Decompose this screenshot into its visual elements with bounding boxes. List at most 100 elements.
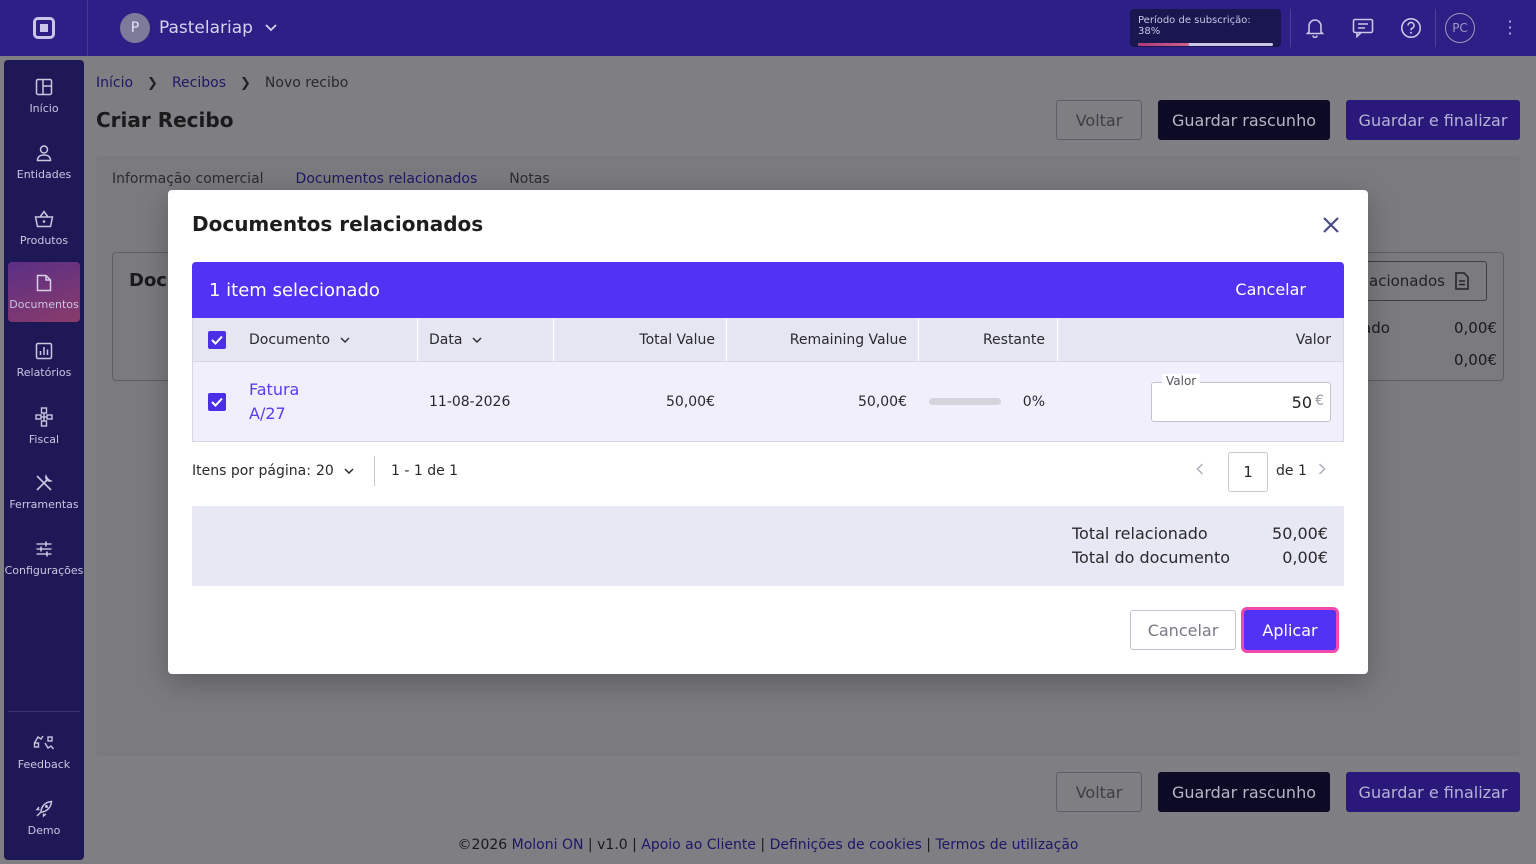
tab-documentos-relacionados[interactable]: Documentos relacionados [296, 171, 478, 187]
chevron-down-icon [265, 21, 277, 35]
breadcrumb-current: Novo recibo [264, 75, 349, 91]
sidebar-item-feedback[interactable]: Feedback [4, 722, 84, 782]
sidebar-item-fiscal[interactable]: Fiscal [4, 396, 84, 456]
sidebar-item-produtos[interactable]: Produtos [4, 198, 84, 258]
footer-terms-link[interactable]: Termos de utilização [935, 837, 1078, 853]
sidebar-item-entidades[interactable]: Entidades [4, 132, 84, 192]
chart-icon [35, 342, 53, 359]
checkbox-checked-icon [208, 330, 226, 349]
close-icon[interactable] [1320, 214, 1342, 236]
currency-suffix: € [1315, 393, 1324, 409]
table-row[interactable]: Fatura A/27 11-08-2026 50,00€ 50,00€ 0% … [193, 361, 1343, 441]
sidebar-item-label: Feedback [17, 757, 71, 771]
footer-support-link[interactable]: Apoio ao Cliente [641, 837, 756, 853]
chevron-down-icon [472, 337, 482, 343]
chevron-right-icon: ❯ [147, 75, 158, 91]
select-all-checkbox[interactable] [208, 318, 226, 361]
breadcrumb-link[interactable]: Início [96, 75, 133, 91]
bell-icon[interactable] [1291, 0, 1339, 56]
selection-cancel-button[interactable]: Cancelar [1235, 280, 1306, 299]
sidebar-item-label: Configurações [4, 563, 84, 577]
footer-version: v1.0 [597, 837, 628, 853]
total-document-label: Total do documento [1072, 548, 1230, 567]
save-finalize-button-bottom[interactable]: Guardar e finalizar [1346, 772, 1520, 812]
sliders-icon [36, 541, 52, 556]
tabs: Informação comercial Documentos relacion… [112, 171, 582, 187]
items-per-page-select[interactable]: 20 [316, 463, 354, 479]
related-documents-button[interactable]: acionados [1358, 261, 1487, 301]
pagination: Itens por página: 20 1 - 1 de 1 1 de 1 [192, 452, 1344, 492]
column-label: Documento [249, 331, 331, 348]
selection-count: 1 item selecionado [209, 279, 380, 301]
column-label: Data [429, 331, 463, 348]
total-document-value: 0,00€ [1282, 548, 1328, 567]
divider [374, 456, 375, 486]
valor-input[interactable]: Valor 50 € [1151, 374, 1331, 422]
rocket-icon [35, 800, 53, 817]
document-type: Fatura [249, 379, 300, 399]
row-checkbox[interactable] [208, 362, 226, 441]
save-finalize-button[interactable]: Guardar e finalizar [1346, 100, 1520, 140]
document-total-value: 50,00€ [666, 393, 715, 410]
subscription-progress-track [1138, 43, 1273, 46]
dashboard-icon [35, 78, 53, 95]
user-icon [36, 144, 52, 161]
more-vertical-icon[interactable]: · · · [1503, 14, 1517, 42]
chevron-down-icon [340, 337, 350, 343]
page-title: Criar Recibo [96, 108, 234, 132]
save-draft-button-bottom[interactable]: Guardar rascunho [1158, 772, 1330, 812]
totals-summary: Total relacionado 50,00€ Total do docume… [192, 506, 1344, 586]
sidebar-item-inicio[interactable]: Início [4, 66, 84, 126]
subscription-period[interactable]: Período de subscrição: 38% [1130, 9, 1281, 47]
items-per-page-label: Itens por página: [192, 463, 311, 479]
footer-brand-link[interactable]: Moloni ON [512, 837, 584, 853]
breadcrumb-link[interactable]: Recibos [172, 75, 226, 91]
background-value: 0,00€ [1454, 351, 1497, 369]
sidebar-item-ferramentas[interactable]: Ferramentas [4, 462, 84, 522]
document-link[interactable]: Fatura A/27 [249, 362, 299, 441]
restante-progress [929, 362, 1001, 441]
document-date: 11-08-2026 [429, 393, 511, 410]
chevron-down-icon [344, 468, 354, 474]
company-name: Pastelariap [159, 18, 253, 38]
breadcrumb: Início ❯ Recibos ❯ Novo recibo [96, 75, 348, 91]
sidebar-item-label: Entidades [16, 167, 72, 181]
divider [417, 318, 418, 361]
column-documento[interactable]: Documento [249, 318, 350, 361]
document-icon [36, 274, 52, 291]
sidebar-item-configuracoes[interactable]: Configurações [4, 528, 84, 588]
user-menu[interactable]: PC [1436, 0, 1484, 56]
apply-button[interactable]: Aplicar [1244, 610, 1336, 650]
page-number-input[interactable]: 1 [1228, 452, 1268, 492]
chevron-left-icon[interactable] [1196, 463, 1204, 479]
document-icon [1455, 272, 1469, 290]
valor-field-value: 50 [1291, 393, 1312, 412]
cancel-button[interactable]: Cancelar [1130, 610, 1236, 650]
logo-icon [32, 17, 55, 39]
feedback-icon [33, 735, 55, 749]
total-related-value: 50,00€ [1272, 524, 1328, 543]
help-icon[interactable] [1387, 0, 1435, 56]
back-button-bottom[interactable]: Voltar [1056, 772, 1142, 812]
company-switcher[interactable]: P Pastelariap [120, 13, 277, 43]
back-button[interactable]: Voltar [1056, 100, 1142, 140]
sidebar-item-documentos[interactable]: Documentos [8, 262, 80, 322]
column-data[interactable]: Data [429, 318, 482, 361]
sidebar-item-relatorios[interactable]: Relatórios [4, 330, 84, 390]
column-remaining-value: Remaining Value [726, 318, 907, 361]
sidebar-item-label: Documentos [9, 297, 79, 311]
save-draft-button[interactable]: Guardar rascunho [1158, 100, 1330, 140]
tab-notas[interactable]: Notas [509, 171, 549, 187]
related-documents-modal: Documentos relacionados 1 item seleciona… [168, 190, 1368, 674]
tab-informacao-comercial[interactable]: Informação comercial [112, 171, 264, 187]
chat-icon[interactable] [1339, 0, 1387, 56]
footer-cookies-link[interactable]: Definições de cookies [770, 837, 922, 853]
app-logo[interactable] [0, 0, 88, 56]
column-label: Total Value [639, 331, 715, 348]
basket-icon [34, 209, 54, 227]
progress-track [929, 398, 1001, 405]
column-label: Restante [982, 331, 1045, 348]
chevron-right-icon[interactable] [1318, 463, 1326, 479]
items-per-page-value: 20 [316, 463, 334, 479]
tools-icon [36, 473, 53, 491]
